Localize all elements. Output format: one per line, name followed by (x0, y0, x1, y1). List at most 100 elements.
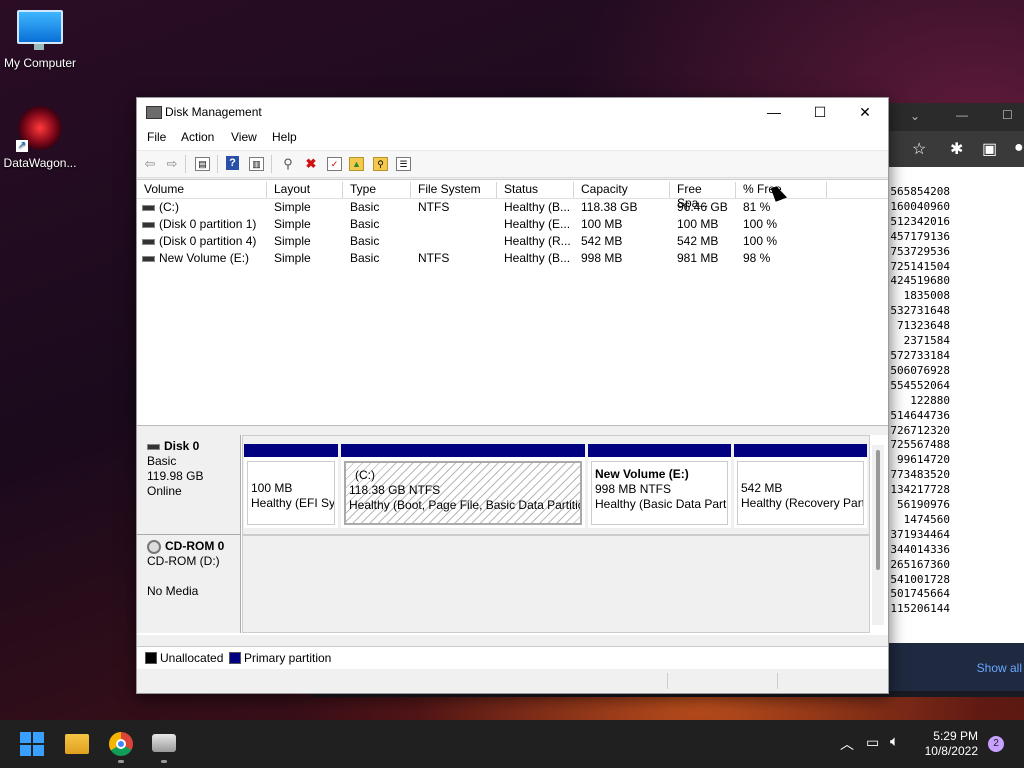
star-icon[interactable]: ☆ (912, 139, 926, 159)
connect-icon[interactable]: ⚲ (280, 156, 296, 171)
desktop-icon-my-computer[interactable]: My Computer (0, 10, 80, 70)
check-icon[interactable]: ✓ (327, 157, 342, 171)
number-row: 512342016 (890, 214, 950, 228)
running-indicator (118, 760, 124, 763)
table-cell: Healthy (R... (504, 234, 571, 248)
legend-swatch-primary (229, 652, 241, 664)
minimize-icon[interactable]: — (956, 108, 968, 122)
back-arrow-icon[interactable]: ⇦ (142, 156, 158, 171)
background-browser-window[interactable]: ⌄ — ☐ ☆ ✱ ▣ ● 565854208 160040960 51234201… (886, 103, 1024, 643)
number-list: 565854208 160040960 512342016 457179136 7537… (886, 185, 1024, 617)
volume-icon[interactable]: 🔈︎ (890, 733, 899, 750)
disk-0-partitions: 100 MB Healthy (EFI Sys (C:) 118.38 GB N… (242, 435, 870, 535)
partition-recovery[interactable]: 542 MB Healthy (Recovery Part (734, 444, 867, 528)
view-icon[interactable]: ▥ (249, 157, 264, 171)
file-explorer-icon[interactable] (65, 734, 89, 754)
close-button[interactable]: ✕ (842, 98, 888, 126)
table-cell: Simple (274, 234, 311, 248)
column-header-volume[interactable]: Volume (137, 182, 267, 198)
menu-view[interactable]: View (231, 130, 257, 144)
shortcut-arrow-icon: ↗ (16, 140, 28, 152)
table-cell: 981 MB (677, 251, 719, 265)
partition-efi[interactable]: 100 MB Healthy (EFI Sys (244, 444, 338, 528)
menu-help[interactable]: Help (272, 130, 297, 144)
sidepanel-icon[interactable]: ▣ (982, 139, 997, 159)
chevron-up-icon[interactable]: ︿ (840, 734, 854, 754)
windows-start-icon[interactable] (20, 732, 44, 756)
table-cell: 100 MB (677, 217, 719, 231)
column-header-free-space[interactable]: Free Spa... (670, 182, 736, 210)
menu-action[interactable]: Action (181, 130, 214, 144)
desktop-icon-datawagon[interactable]: ↗ DataWagon... (0, 106, 80, 170)
disk-0-state: Online (147, 484, 182, 498)
number-row: 532731648 (890, 304, 950, 318)
menu-file[interactable]: File (147, 130, 166, 144)
table-row[interactable]: New Volume (E:) Simple Basic NTFS Healthy (B… (137, 250, 888, 267)
table-row[interactable]: (Disk 0 partition 1) Simple Basic Healthy (… (137, 216, 888, 233)
partition-status: Healthy (Recovery Part (741, 496, 864, 510)
profile-icon[interactable]: ● (1014, 139, 1024, 157)
maximize-icon[interactable]: ☐ (1002, 108, 1013, 122)
clock-time: 5:29 PM (933, 729, 978, 743)
properties-icon[interactable]: ▤ (195, 157, 210, 171)
titlebar[interactable]: Disk Management — ☐ ✕ (137, 98, 888, 126)
clock-date: 10/8/2022 (924, 744, 978, 758)
legend: Unallocated Primary partition (137, 646, 888, 670)
column-header-layout[interactable]: Layout (267, 182, 343, 198)
cdrom-0-label[interactable]: CD-ROM 0 CD-ROM (D:) No Media (137, 535, 241, 633)
partition-body: (C:) 118.38 GB NTFS Healthy (Boot, Page … (344, 461, 582, 525)
cdrom-0-name: CD-ROM 0 (165, 539, 225, 553)
column-header-file-system[interactable]: File System (411, 182, 497, 198)
table-cell: 998 MB (581, 251, 623, 265)
toolbar-separator (217, 155, 218, 173)
minimize-button[interactable]: — (751, 98, 797, 126)
table-cell: New Volume (E:) (137, 251, 249, 265)
show-all-link[interactable]: Show all (977, 661, 1022, 675)
chevron-down-icon[interactable]: ⌄ (910, 109, 920, 123)
disk-graphical-view[interactable]: Disk 0 Basic 119.98 GB Online 100 MB Hea… (137, 435, 888, 635)
network-icon[interactable]: ▭ (866, 734, 879, 751)
partition-c[interactable]: (C:) 118.38 GB NTFS Healthy (Boot, Page … (341, 444, 585, 528)
graphical-view-scrollbar[interactable] (872, 445, 884, 625)
disk-management-icon[interactable] (152, 734, 176, 752)
running-indicator (161, 760, 167, 763)
column-header-capacity[interactable]: Capacity (574, 182, 670, 198)
table-cell: (C:) (137, 200, 179, 214)
notification-badge[interactable]: 2 (988, 736, 1004, 752)
table-cell: Basic (350, 234, 380, 248)
scrollbar-thumb[interactable] (876, 450, 880, 570)
table-cell: 118.38 GB (581, 200, 638, 214)
number-row: 554552064 (890, 378, 950, 392)
column-header-status[interactable]: Status (497, 182, 574, 198)
number-row: 725141504 (890, 259, 950, 273)
partition-size: 118.38 GB NTFS (349, 483, 441, 497)
disk-0-label[interactable]: Disk 0 Basic 119.98 GB Online (137, 435, 241, 535)
column-header-type[interactable]: Type (343, 182, 411, 198)
search-folder-icon[interactable]: ⚲ (373, 157, 388, 171)
status-divider (777, 673, 778, 689)
table-cell: (Disk 0 partition 4) (137, 234, 256, 248)
extensions-icon[interactable]: ✱ (950, 139, 963, 159)
volume-list[interactable]: Volume Layout Type File System Status Ca… (137, 179, 888, 426)
taskbar: ︿ ▭ 🔈︎ 5:29 PM 10/8/2022 2 (0, 720, 1024, 768)
disk-management-app-icon (146, 106, 162, 119)
maximize-button[interactable]: ☐ (797, 98, 843, 126)
table-row[interactable]: (Disk 0 partition 4) Simple Basic Healthy (… (137, 233, 888, 250)
toolbar-separator (185, 155, 186, 173)
help-icon[interactable]: ? (226, 156, 239, 170)
folder-up-icon[interactable]: ▲ (349, 157, 364, 171)
number-row: 725567488 (890, 438, 950, 452)
forward-arrow-icon[interactable]: ⇨ (164, 156, 180, 171)
list-icon[interactable]: ☰ (396, 157, 411, 171)
partition-body: New Volume (E:) 998 MB NTFS Healthy (Bas… (591, 461, 728, 525)
delete-icon[interactable]: ✖ (303, 156, 319, 171)
chrome-icon[interactable] (109, 732, 133, 756)
number-row: 371934464 (890, 527, 950, 541)
browser-download-bar: Show all (886, 643, 1024, 691)
partition-e[interactable]: New Volume (E:) 998 MB NTFS Healthy (Bas… (588, 444, 731, 528)
disk-icon (147, 443, 160, 450)
number-row: 565854208 (890, 185, 950, 198)
system-clock[interactable]: 5:29 PM 10/8/2022 (925, 729, 978, 759)
table-cell: Basic (350, 251, 380, 265)
